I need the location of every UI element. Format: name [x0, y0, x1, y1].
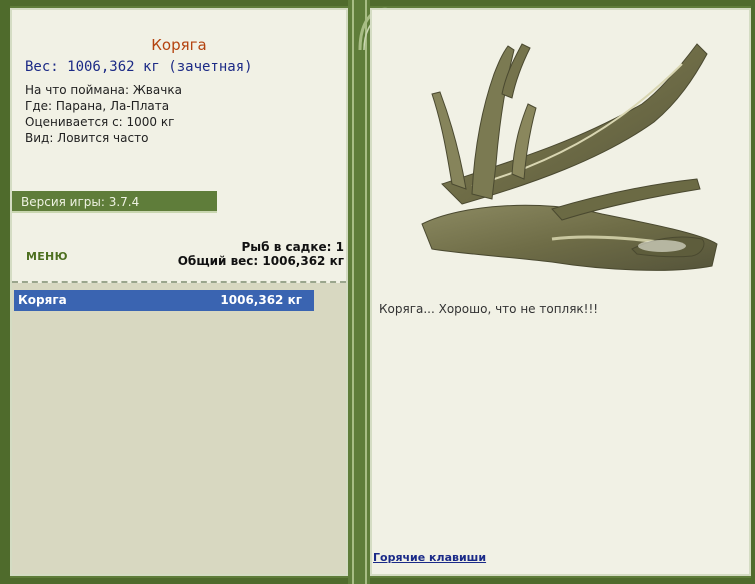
catch-name: Коряга — [18, 293, 67, 307]
catch-weight: 1006,362 кг — [220, 293, 302, 307]
frame-divider — [348, 0, 370, 584]
list-item[interactable]: Коряга 1006,362 кг — [14, 290, 314, 311]
keepnet-list: Коряга 1006,362 кг — [12, 283, 346, 574]
keepnet-stats: Рыб в садке: 1 Общий вес: 1006,362 кг — [178, 240, 344, 268]
game-version: Версия игры: 3.7.4 — [12, 191, 217, 213]
fish-view-panel: Коряга... Хорошо, что не топляк!!! Горяч… — [370, 8, 751, 576]
fish-bait: На что поймана: Жвачка — [25, 83, 182, 97]
fish-frequency: Вид: Ловится часто — [25, 131, 149, 145]
fish-description: Коряга... Хорошо, что не топляк!!! — [379, 302, 599, 316]
keepnet-total-weight: Общий вес: 1006,362 кг — [177, 254, 344, 268]
fish-location: Где: Парана, Ла-Плата — [25, 99, 170, 113]
hotkeys-link[interactable]: Горячие клавиши — [373, 551, 486, 564]
fish-info-panel: Коряга Вес: 1006,362 кг (зачетная) На чт… — [10, 8, 348, 576]
menu-button[interactable]: МЕНЮ — [26, 250, 68, 263]
keepnet-fish-count: Рыб в садке: 1 — [241, 240, 345, 254]
frame-bottom — [0, 578, 755, 584]
fish-valued-from: Оценивается с: 1000 кг — [25, 115, 175, 129]
fish-weight: Вес: 1006,362 кг (зачетная) — [25, 59, 253, 75]
frame-left — [0, 0, 10, 584]
driftwood-image — [421, 43, 718, 271]
frame-right — [751, 0, 755, 584]
fish-details: Коряга Вес: 1006,362 кг (зачетная) На чт… — [12, 10, 346, 282]
fish-title: Коряга — [151, 36, 207, 54]
